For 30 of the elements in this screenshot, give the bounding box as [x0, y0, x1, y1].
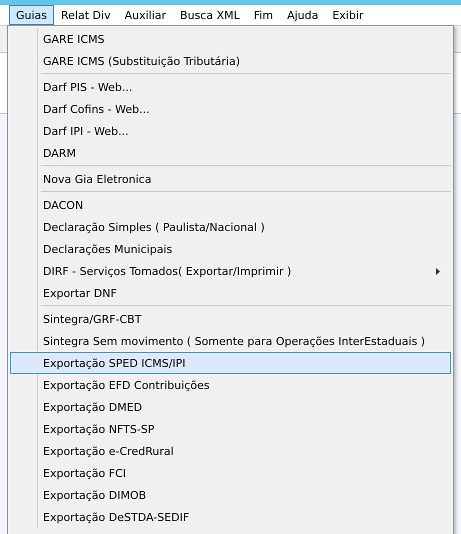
menu-item[interactable]: Exportação EFD Contribuições — [10, 374, 451, 396]
menu-item[interactable]: DARM — [10, 142, 451, 164]
menu-bar-item[interactable]: Guias — [9, 5, 54, 25]
submenu-arrow-icon — [436, 268, 440, 275]
menu-item[interactable]: Declarações Municipais — [10, 238, 451, 260]
menu-bar-item[interactable]: Busca XML — [173, 5, 247, 25]
menu-item[interactable]: DIRF - Serviços Tomados( Exportar/Imprimir ) — [10, 260, 451, 282]
menu-item[interactable]: Darf IPI - Web... — [10, 120, 451, 142]
menu-item[interactable]: Sintegra Sem movimento ( Somente para Operações InterEstaduais ) — [10, 330, 451, 352]
menu-bar-item[interactable]: Fim — [246, 5, 280, 25]
menu-item[interactable]: Sintegra/GRF-CBT — [10, 308, 451, 330]
menu-item[interactable]: GARE ICMS — [10, 28, 451, 50]
menu-item[interactable]: Exportação SPED ICMS/IPI — [10, 352, 451, 374]
menu-item[interactable]: Darf PIS - Web... — [10, 76, 451, 98]
menu-bar-item[interactable]: Relat Div — [54, 5, 118, 25]
menu-item[interactable]: Exportação e-CredRural — [10, 440, 451, 462]
menu-bar-item[interactable]: Exibir — [325, 5, 370, 25]
menu-item[interactable]: Exportação DIMOB — [10, 484, 451, 506]
menu-item[interactable]: Darf Cofins - Web... — [10, 98, 451, 120]
menu-item[interactable]: Exportar DNF — [10, 282, 451, 304]
menu-item[interactable]: Declaração Simples ( Paulista/Nacional ) — [10, 216, 451, 238]
menu-bar-item[interactable]: Ajuda — [280, 5, 326, 25]
menu-item[interactable]: GARE ICMS (Substituição Tributária) — [10, 50, 451, 72]
menu-item[interactable]: Exportação FCI — [10, 462, 451, 484]
menu-item[interactable]: Exportação NFTS-SP — [10, 418, 451, 440]
menu-item[interactable]: Nova Gia Eletronica — [10, 168, 451, 190]
menu-item[interactable]: Exportação DMED — [10, 396, 451, 418]
menu-item[interactable]: DACON — [10, 194, 451, 216]
menu-bar-item[interactable]: Auxiliar — [118, 5, 174, 25]
menu-item[interactable]: Exportação DeSTDA-SEDIF — [10, 506, 451, 528]
